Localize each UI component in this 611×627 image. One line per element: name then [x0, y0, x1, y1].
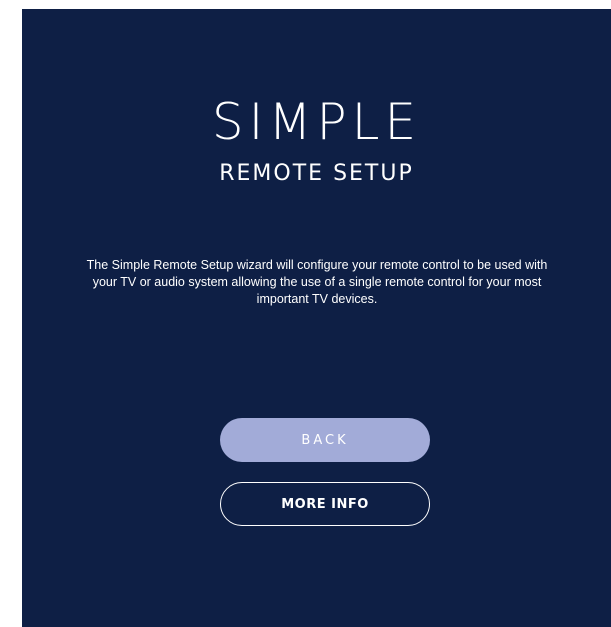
setup-screen: SIMPLE REMOTE SETUP The Simple Remote Se… [22, 9, 611, 627]
title-subtitle: REMOTE SETUP [219, 161, 414, 186]
description-text: The Simple Remote Setup wizard will conf… [86, 258, 548, 306]
back-button[interactable]: BACK [220, 418, 430, 462]
title-main: SIMPLE [211, 93, 422, 151]
more-info-button[interactable]: MORE INFO [220, 482, 430, 526]
